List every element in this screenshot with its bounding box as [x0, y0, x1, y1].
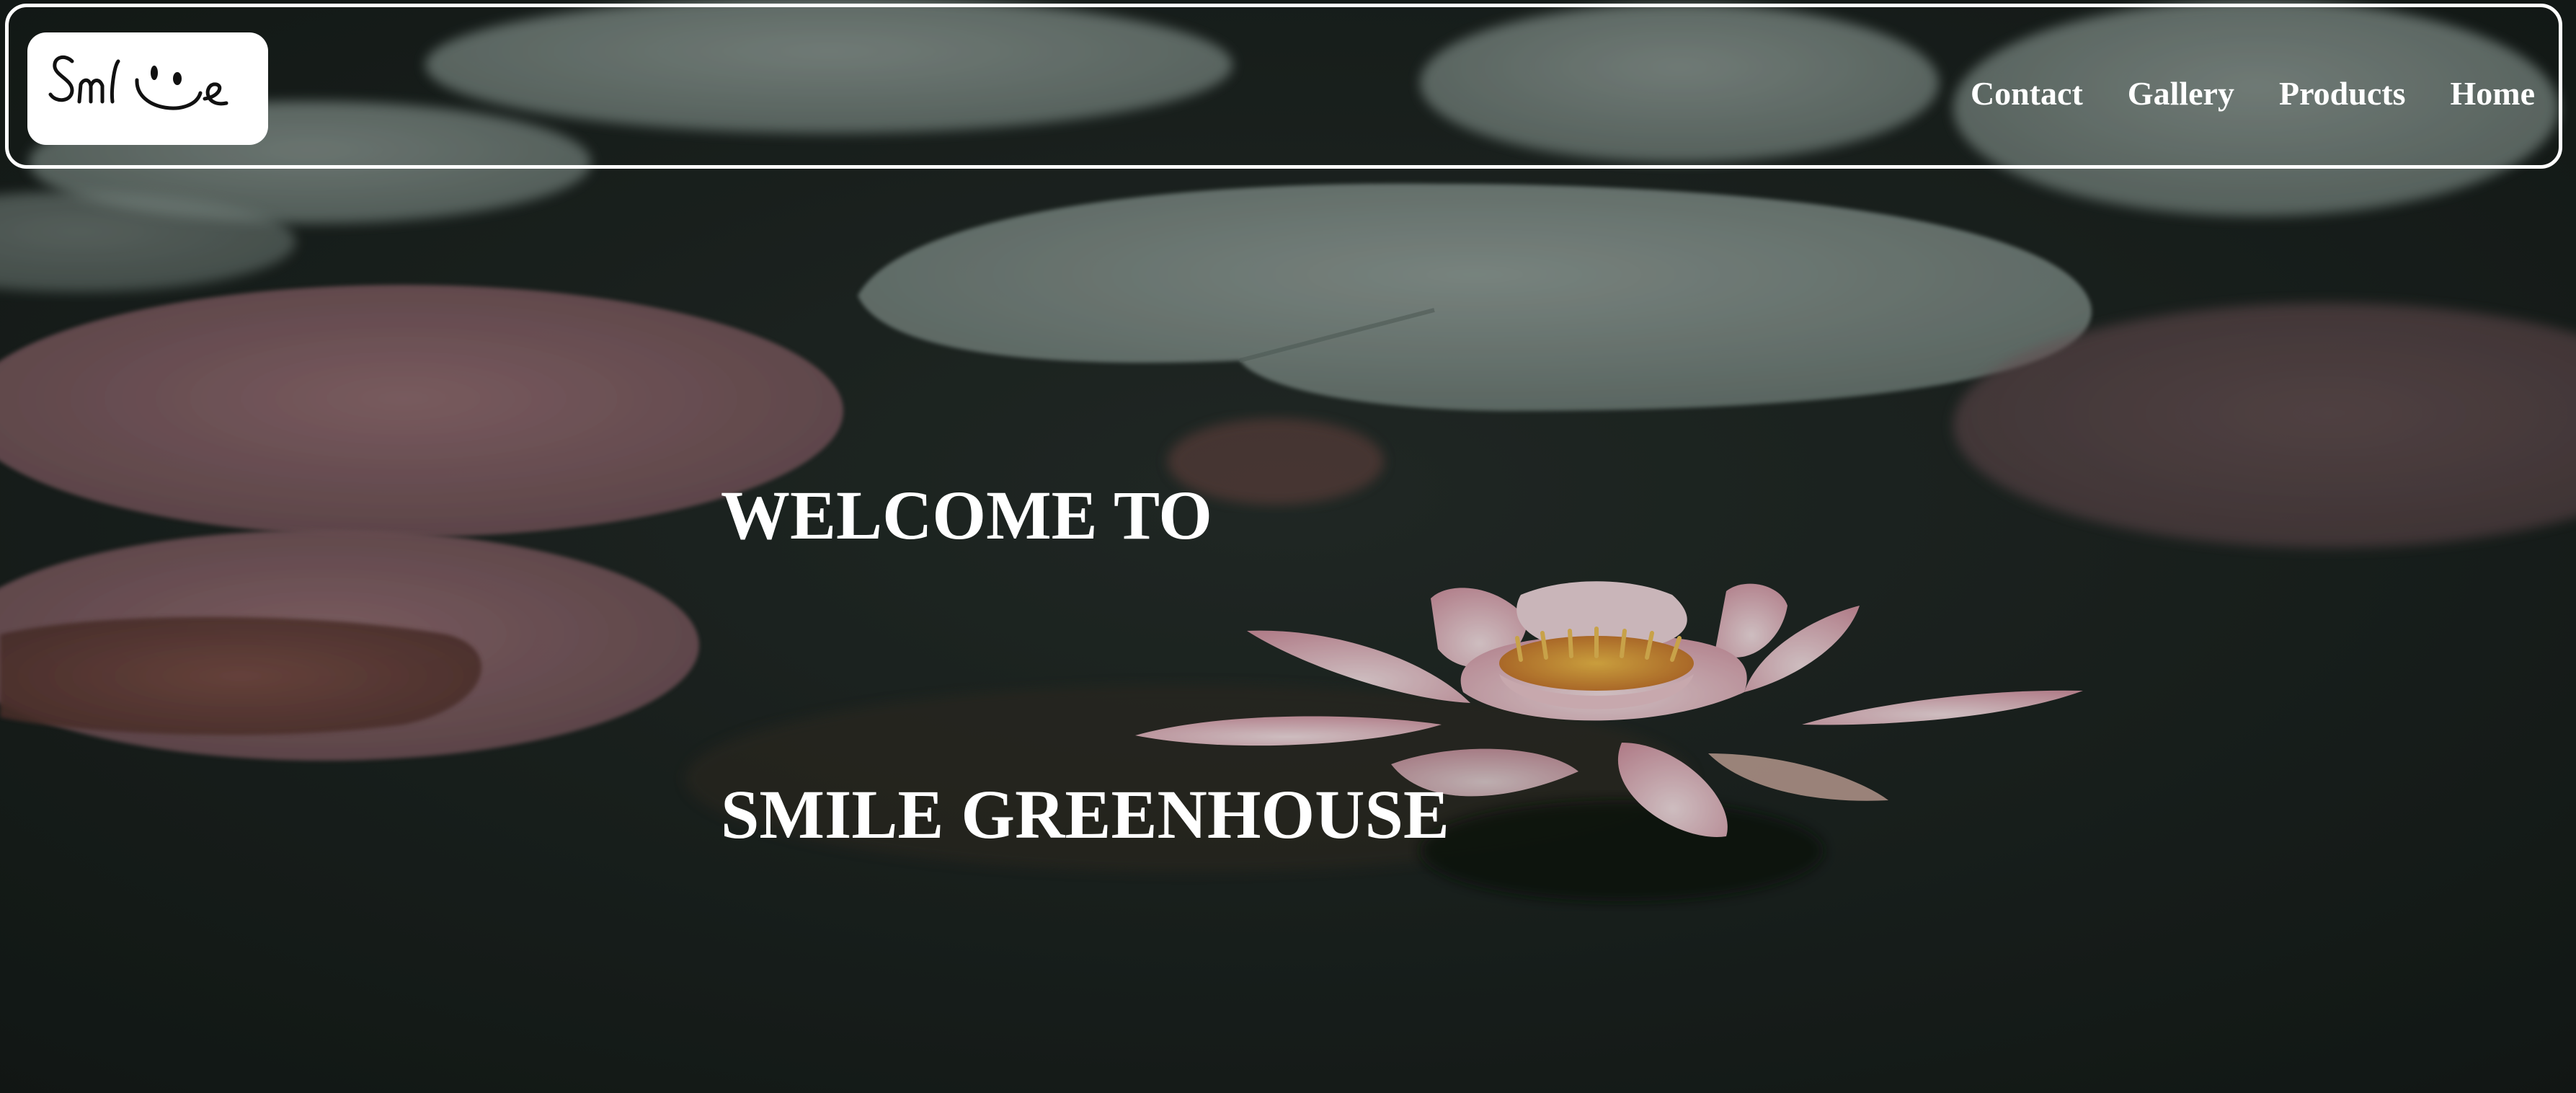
nav-link-products[interactable]: Products	[2279, 77, 2406, 110]
nav-link-gallery[interactable]: Gallery	[2128, 77, 2234, 110]
hero-heading-line-1: WELCOME TO	[721, 477, 1212, 554]
nav-link-contact[interactable]: Contact	[1971, 77, 2083, 110]
nav-link-home[interactable]: Home	[2450, 77, 2535, 110]
main-nav: Contact Gallery Products Home	[1971, 65, 2535, 123]
logo[interactable]	[27, 32, 268, 145]
smiley-face-icon	[48, 55, 228, 110]
hero-heading-line-2: SMILE GREENHOUSE	[721, 776, 1449, 853]
site-header: Contact Gallery Products Home	[5, 4, 2562, 169]
page: Contact Gallery Products Home WELCOME TO…	[0, 0, 2576, 1093]
